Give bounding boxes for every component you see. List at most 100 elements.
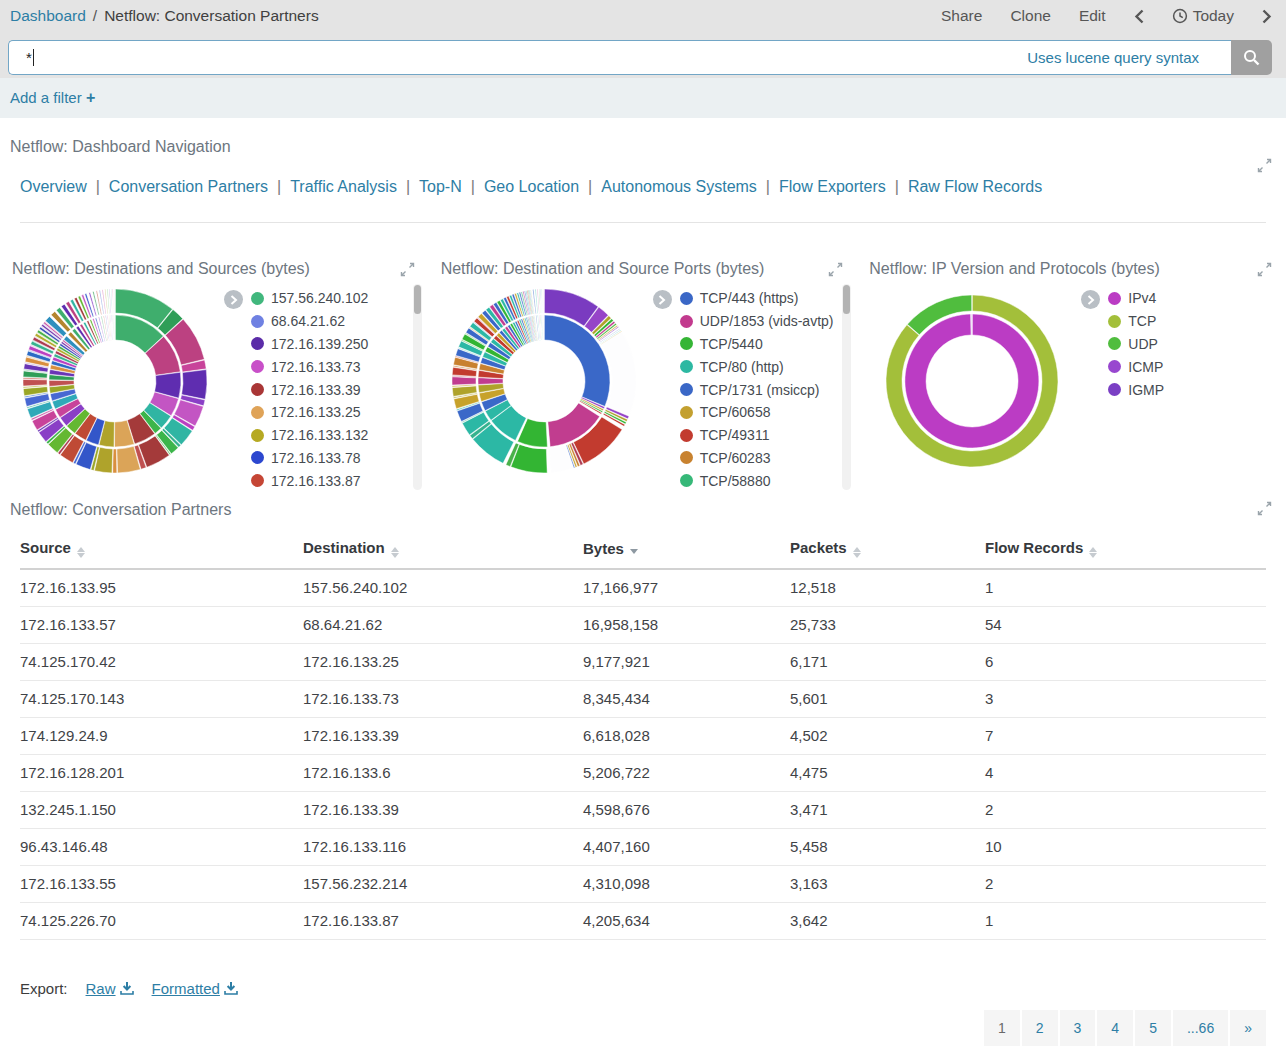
legend-expand-icon[interactable] — [653, 290, 672, 309]
table-cell: 25,733 — [790, 606, 985, 643]
legend-item[interactable]: 172.16.133.78 — [251, 447, 368, 470]
expand-panel-icon[interactable] — [1257, 262, 1272, 281]
legend-item[interactable]: TCP/80 (http) — [680, 355, 834, 378]
chart-title: Netflow: Destination and Source Ports (b… — [441, 258, 765, 280]
expand-panel-icon[interactable] — [1257, 501, 1272, 520]
legend-item[interactable]: 172.16.133.25 — [251, 401, 368, 424]
time-label: Today — [1193, 7, 1234, 25]
table-cell: 4,598,676 — [583, 791, 790, 828]
legend-item[interactable]: 172.16.133.87 — [251, 469, 368, 492]
breadcrumb-separator: / — [93, 7, 97, 25]
legend-expand-icon[interactable] — [1081, 290, 1100, 309]
legend-item[interactable]: UDP — [1108, 333, 1164, 356]
sort-asc-icon — [1089, 547, 1097, 552]
scrollbar-thumb[interactable] — [843, 285, 850, 314]
lucene-syntax-link[interactable]: Uses lucene query syntax — [1027, 49, 1199, 66]
time-forward-icon[interactable] — [1262, 9, 1272, 24]
legend-item[interactable]: 172.16.133.132 — [251, 424, 368, 447]
sunburst-segment[interactable] — [452, 377, 476, 385]
legend-item[interactable]: 157.56.240.102 — [251, 287, 368, 310]
column-header-source[interactable]: Source — [20, 531, 303, 569]
search-button[interactable] — [1231, 40, 1272, 75]
sunburst-segment[interactable] — [182, 370, 207, 400]
sunburst-chart — [857, 281, 1087, 491]
legend-item[interactable]: TCP/60283 — [680, 447, 834, 470]
legend-expand-icon[interactable] — [224, 290, 243, 309]
breadcrumb-dashboard-link[interactable]: Dashboard — [10, 7, 86, 25]
page-button-66[interactable]: ...66 — [1173, 1010, 1228, 1046]
table-cell: 157.56.240.102 — [303, 569, 583, 606]
sunburst-segment[interactable] — [478, 378, 503, 385]
share-button[interactable]: Share — [941, 7, 982, 25]
legend-item[interactable]: ICMP — [1108, 355, 1164, 378]
legend-item[interactable]: 172.16.133.39 — [251, 378, 368, 401]
sunburst-segment[interactable] — [23, 379, 47, 386]
legend-item[interactable]: IGMP — [1108, 378, 1164, 401]
legend-color-dot — [251, 474, 264, 487]
search-input[interactable]: * Uses lucene query syntax — [8, 40, 1231, 75]
legend-color-dot — [680, 292, 693, 305]
table-cell: 172.16.128.201 — [20, 754, 303, 791]
legend-item[interactable]: IPv4 — [1108, 287, 1164, 310]
page-button-4[interactable]: 4 — [1097, 1010, 1133, 1046]
expand-panel-icon[interactable] — [400, 262, 415, 281]
nav-link-top-n[interactable]: Top-N — [419, 178, 462, 195]
table-cell: 96.43.146.48 — [20, 828, 303, 865]
page-button-1[interactable]: 1 — [984, 1010, 1020, 1046]
clock-icon — [1172, 8, 1188, 24]
add-filter-button[interactable]: Add a filter + — [10, 89, 95, 107]
clone-button[interactable]: Clone — [1010, 7, 1051, 25]
scrollbar-thumb[interactable] — [414, 285, 421, 314]
nav-link-raw-flow-records[interactable]: Raw Flow Records — [908, 178, 1042, 195]
legend-scrollbar[interactable] — [842, 284, 851, 490]
table-cell: 68.64.21.62 — [303, 606, 583, 643]
table-cell: 12,518 — [790, 569, 985, 606]
export-raw-link[interactable]: Raw — [86, 980, 134, 997]
legend-item[interactable]: TCP/49311 — [680, 424, 834, 447]
legend-item[interactable]: TCP/60658 — [680, 401, 834, 424]
page-button-2[interactable]: 2 — [1022, 1010, 1058, 1046]
time-back-icon[interactable] — [1134, 9, 1144, 24]
legend-item[interactable]: 172.16.133.73 — [251, 355, 368, 378]
legend-color-dot — [251, 383, 264, 396]
table-cell: 3 — [985, 680, 1266, 717]
download-icon — [120, 982, 134, 995]
expand-panel-icon[interactable] — [1257, 158, 1272, 177]
nav-link-autonomous-systems[interactable]: Autonomous Systems — [601, 178, 757, 195]
legend-item[interactable]: 172.16.139.250 — [251, 333, 368, 356]
table-cell: 132.245.1.150 — [20, 791, 303, 828]
legend-item[interactable]: TCP/5440 — [680, 333, 834, 356]
column-header-flow-records[interactable]: Flow Records — [985, 531, 1266, 569]
legend-item[interactable]: TCP/58880 — [680, 469, 834, 492]
legend-item[interactable]: UDP/1853 (vids-avtp) — [680, 310, 834, 333]
nav-link-geo-location[interactable]: Geo Location — [484, 178, 579, 195]
time-picker[interactable]: Today — [1172, 7, 1234, 25]
page-button-next[interactable]: » — [1230, 1010, 1266, 1046]
legend-color-dot — [251, 429, 264, 442]
legend-item[interactable]: 68.64.21.62 — [251, 310, 368, 333]
legend-item[interactable]: TCP/443 (https) — [680, 287, 834, 310]
legend-scrollbar[interactable] — [413, 284, 422, 490]
table-row: 174.129.24.9172.16.133.396,618,0284,5027 — [20, 717, 1266, 754]
nav-link-overview[interactable]: Overview — [20, 178, 87, 195]
dashboard-nav-links: Overview|Conversation Partners|Traffic A… — [20, 175, 1286, 199]
nav-link-flow-exporters[interactable]: Flow Exporters — [779, 178, 886, 195]
table-cell: 17,166,977 — [583, 569, 790, 606]
column-header-destination[interactable]: Destination — [303, 531, 583, 569]
page-button-3[interactable]: 3 — [1060, 1010, 1096, 1046]
column-header-packets[interactable]: Packets — [790, 531, 985, 569]
legend-item[interactable]: TCP/1731 (msiccp) — [680, 378, 834, 401]
nav-link-conversation-partners[interactable]: Conversation Partners — [109, 178, 268, 195]
top-navbar: Dashboard / Netflow: Conversation Partne… — [0, 0, 1286, 40]
expand-panel-icon[interactable] — [828, 262, 843, 281]
chart-panel-2: Netflow: IP Version and Protocols (bytes… — [857, 251, 1286, 493]
column-header-bytes[interactable]: Bytes — [583, 531, 790, 569]
export-formatted-link[interactable]: Formatted — [152, 980, 238, 997]
page-button-5[interactable]: 5 — [1135, 1010, 1171, 1046]
legend-item[interactable]: TCP — [1108, 310, 1164, 333]
sunburst-segment[interactable] — [113, 449, 117, 473]
table-cell: 172.16.133.95 — [20, 569, 303, 606]
nav-link-separator: | — [895, 178, 899, 195]
nav-link-traffic-analysis[interactable]: Traffic Analysis — [290, 178, 397, 195]
edit-button[interactable]: Edit — [1079, 7, 1106, 25]
